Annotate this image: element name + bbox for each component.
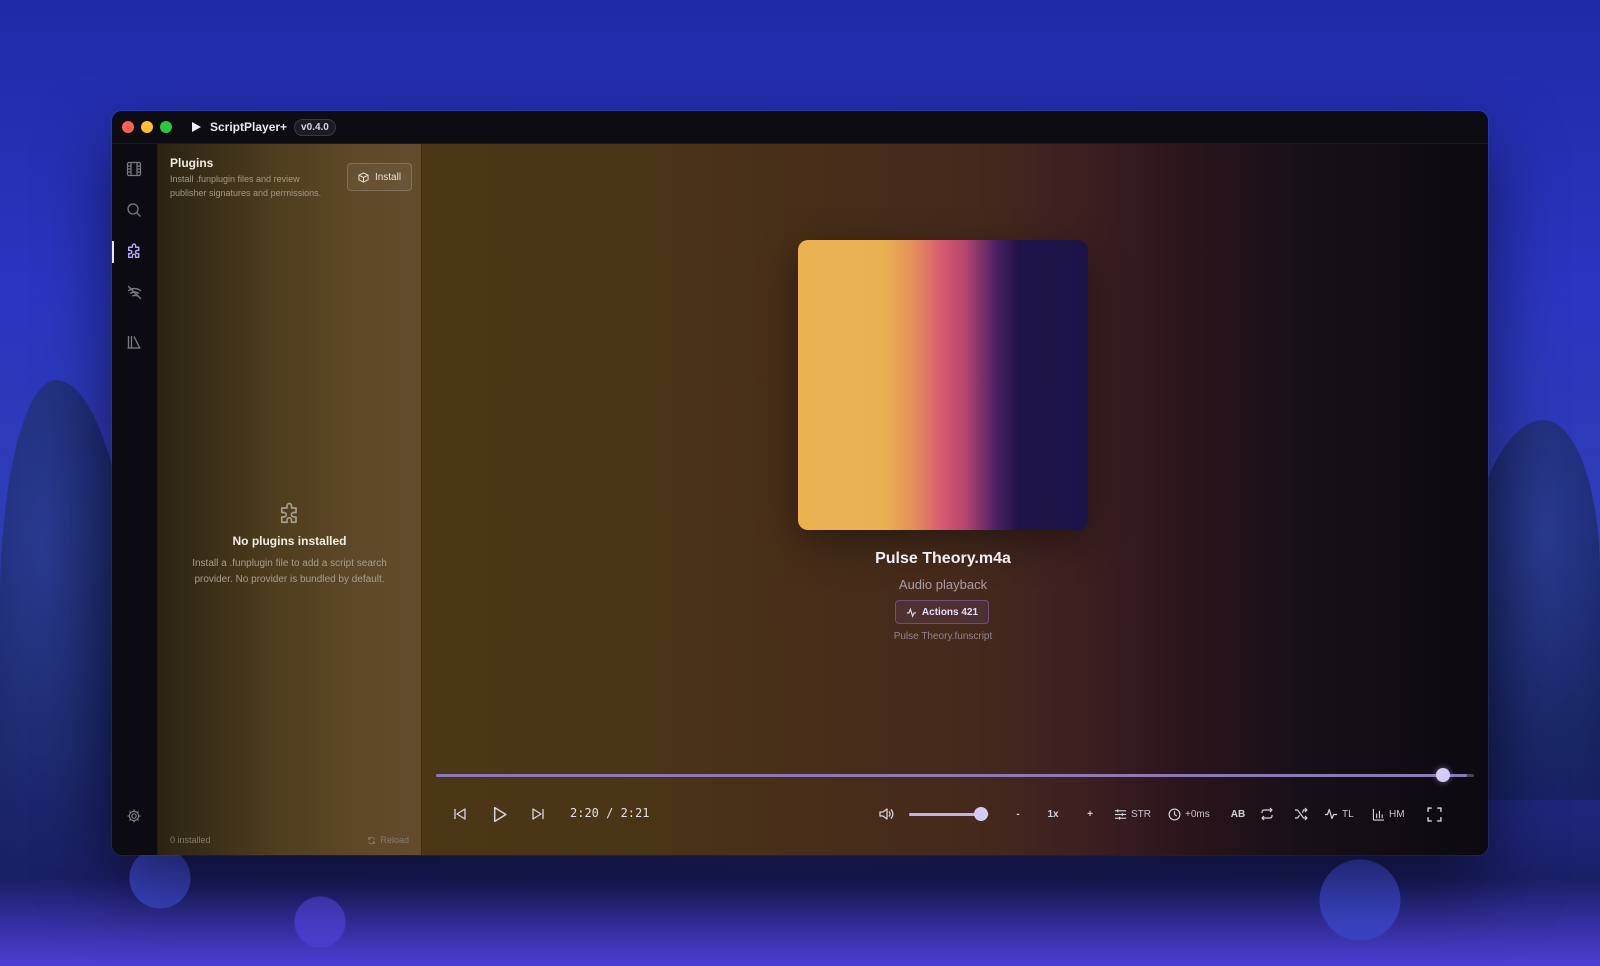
stroke-label: STR <box>1131 808 1151 820</box>
album-art <box>798 240 1088 530</box>
rail-item-media[interactable] <box>124 159 144 179</box>
track-title: Pulse Theory.m4a <box>875 550 1011 567</box>
reload-button[interactable]: Reload <box>367 835 409 845</box>
offset-button[interactable]: +0ms <box>1168 804 1210 824</box>
zoom-window-button[interactable] <box>160 121 172 133</box>
activity-icon <box>1325 808 1337 820</box>
rail-item-plugins[interactable] <box>124 241 144 261</box>
settings-button[interactable] <box>124 806 144 826</box>
search-icon <box>127 203 141 217</box>
puzzle-icon <box>280 502 297 524</box>
rail-active-indicator <box>112 241 114 263</box>
window-controls <box>122 121 172 133</box>
refresh-icon <box>368 836 376 844</box>
volume-handle[interactable] <box>974 807 988 821</box>
sliders-icon <box>1114 808 1127 820</box>
stroke-button[interactable]: STR <box>1114 804 1151 824</box>
panel-description: Install .funplugin files and review publ… <box>170 174 322 198</box>
wifi-off-icon <box>127 285 141 299</box>
seek-progress <box>436 774 1467 777</box>
rail-item-library[interactable] <box>124 332 144 352</box>
empty-state-title: No plugins installed <box>232 534 347 548</box>
actions-badge[interactable]: Actions 421 <box>895 600 989 624</box>
plugins-panel: Plugins Install .funplugin files and rev… <box>158 144 422 855</box>
bar-chart-icon <box>1372 808 1385 821</box>
install-button-label: Install <box>374 171 402 183</box>
play-button[interactable] <box>487 804 511 824</box>
rail-item-connection[interactable] <box>124 282 144 302</box>
volume-level <box>909 813 981 816</box>
previous-button[interactable] <box>450 804 470 824</box>
play-logo-icon <box>192 122 201 132</box>
shuffle-icon <box>1295 807 1308 821</box>
speed-decrease-button[interactable]: - <box>1010 804 1026 824</box>
ab-loop-button[interactable]: AB <box>1229 804 1247 824</box>
seek-handle[interactable] <box>1435 768 1450 782</box>
puzzle-icon <box>127 242 139 258</box>
panel-footer: 0 installed Reload <box>170 833 409 847</box>
version-badge: v0.4.0 <box>294 118 336 136</box>
fullscreen-button[interactable] <box>1424 804 1444 824</box>
seek-bar[interactable] <box>436 774 1474 777</box>
shuffle-button[interactable] <box>1291 804 1311 824</box>
repeat-icon <box>1261 807 1273 821</box>
timeline-button[interactable]: TL <box>1324 804 1354 824</box>
installed-count: 0 installed <box>170 835 211 845</box>
actions-count: Actions 421 <box>921 606 979 618</box>
install-plugin-button[interactable]: Install <box>347 163 412 191</box>
mute-button[interactable] <box>876 804 896 824</box>
speed-display[interactable]: 1x <box>1042 804 1064 824</box>
heatmap-button[interactable]: HM <box>1372 804 1405 824</box>
offset-label: +0ms <box>1185 808 1210 820</box>
reload-label: Reload <box>380 835 409 845</box>
volume-icon <box>879 808 894 820</box>
empty-state: No plugins installed Install a .funplugi… <box>158 502 421 588</box>
timeline-label: TL <box>1342 808 1354 820</box>
speed-increase-button[interactable]: + <box>1082 804 1098 824</box>
player-area: Pulse Theory.m4a Audio playback Actions … <box>422 144 1488 855</box>
time-display: 2:20 / 2:21 <box>570 806 650 820</box>
play-icon <box>493 806 507 822</box>
package-icon <box>358 171 369 183</box>
rail-item-search[interactable] <box>124 200 144 220</box>
close-window-button[interactable] <box>122 121 134 133</box>
fullscreen-icon <box>1426 806 1442 822</box>
repeat-button[interactable] <box>1257 804 1277 824</box>
panel-title: Plugins <box>170 156 214 170</box>
heatmap-label: HM <box>1389 808 1405 820</box>
film-icon <box>126 161 142 177</box>
activity-icon <box>906 607 917 618</box>
gear-icon <box>127 809 141 823</box>
app-name: ScriptPlayer+ <box>210 120 288 134</box>
library-icon <box>127 336 141 349</box>
nav-rail <box>112 144 158 855</box>
minimize-window-button[interactable] <box>141 121 153 133</box>
title-bar: ScriptPlayer+ v0.4.0 <box>112 111 1488 144</box>
skip-forward-icon <box>532 808 544 820</box>
track-subtitle: Audio playback <box>898 577 988 592</box>
playback-controls: 2:20 / 2:21 - 1x + STR +0ms AB TL HM <box>422 796 1488 832</box>
empty-state-description: Install a .funplugin file to add a scrip… <box>192 558 387 585</box>
script-filename: Pulse Theory.funscript <box>893 631 993 642</box>
clock-icon <box>1168 808 1181 820</box>
next-button[interactable] <box>528 804 548 824</box>
app-window: ScriptPlayer+ v0.4.0 Plugins Install .fu… <box>112 111 1488 855</box>
skip-back-icon <box>454 808 466 820</box>
